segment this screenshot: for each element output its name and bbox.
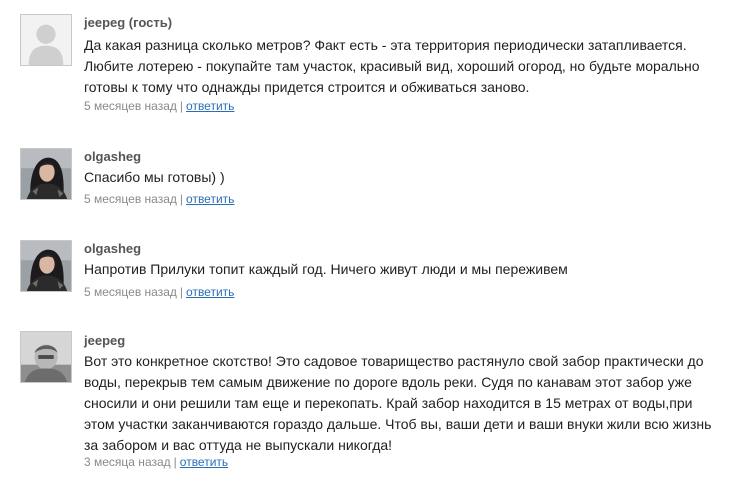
- comment-author[interactable]: olgasheg: [84, 241, 141, 256]
- meta-separator: |: [179, 192, 184, 206]
- comment-time: 5 месяцев назад: [84, 285, 177, 299]
- comment-text: Да какая разница сколько метров? Факт ес…: [84, 35, 724, 98]
- comment-meta: 5 месяцев назад | ответить: [84, 192, 234, 206]
- comment-text: Вот это конкретное скотство! Это садовое…: [84, 351, 724, 456]
- comment-text-line: Напротив Прилуки топит каждый год. Ничег…: [84, 261, 568, 277]
- comment-time: 5 месяцев назад: [84, 192, 177, 206]
- comment-text-line: Спасибо мы готовы) ): [84, 169, 225, 185]
- comment-text-line: воды, перекрыв тем самым движение по дор…: [84, 374, 692, 390]
- meta-separator: |: [179, 99, 184, 113]
- comment-author[interactable]: olgasheg: [84, 149, 141, 164]
- default-user-icon[interactable]: [20, 14, 72, 66]
- reply-link[interactable]: ответить: [186, 99, 234, 113]
- comment-author[interactable]: jeepeg (гость): [84, 15, 172, 30]
- comment-text: Спасибо мы готовы) ): [84, 167, 724, 188]
- reply-link[interactable]: ответить: [180, 455, 228, 469]
- comment-text-line: Вот это конкретное скотство! Это садовое…: [84, 353, 704, 369]
- comment-meta: 3 месяца назад | ответить: [84, 455, 228, 469]
- user-photo-icon[interactable]: [20, 148, 72, 200]
- meta-separator: |: [179, 285, 184, 299]
- reply-link[interactable]: ответить: [186, 192, 234, 206]
- comment-meta: 5 месяцев назад | ответить: [84, 99, 234, 113]
- user-photo-icon[interactable]: [20, 331, 72, 383]
- comment-text: Напротив Прилуки топит каждый год. Ничег…: [84, 259, 724, 280]
- comment-time: 3 месяца назад: [84, 455, 171, 469]
- comment-text-line: этом участки заканчиваются гораздо дальш…: [84, 416, 712, 432]
- comment-text-line: сносили и они решили там еще и перекопат…: [84, 395, 693, 411]
- comment-text-line: Любите лотерею - покупайте там участок, …: [84, 58, 700, 74]
- meta-separator: |: [173, 455, 177, 469]
- comment-time: 5 месяцев назад: [84, 99, 177, 113]
- user-photo-icon[interactable]: [20, 240, 72, 292]
- reply-link[interactable]: ответить: [186, 285, 234, 299]
- comment-text-line: Да какая разница сколько метров? Факт ес…: [84, 37, 687, 53]
- comment-text-line: за забором и вас оттуда не выпускали ник…: [84, 437, 393, 453]
- comment-author[interactable]: jeepeg: [84, 333, 125, 348]
- comment-meta: 5 месяцев назад | ответить: [84, 285, 234, 299]
- comment-text-line: готовы к тому что однажды придется строи…: [84, 79, 530, 95]
